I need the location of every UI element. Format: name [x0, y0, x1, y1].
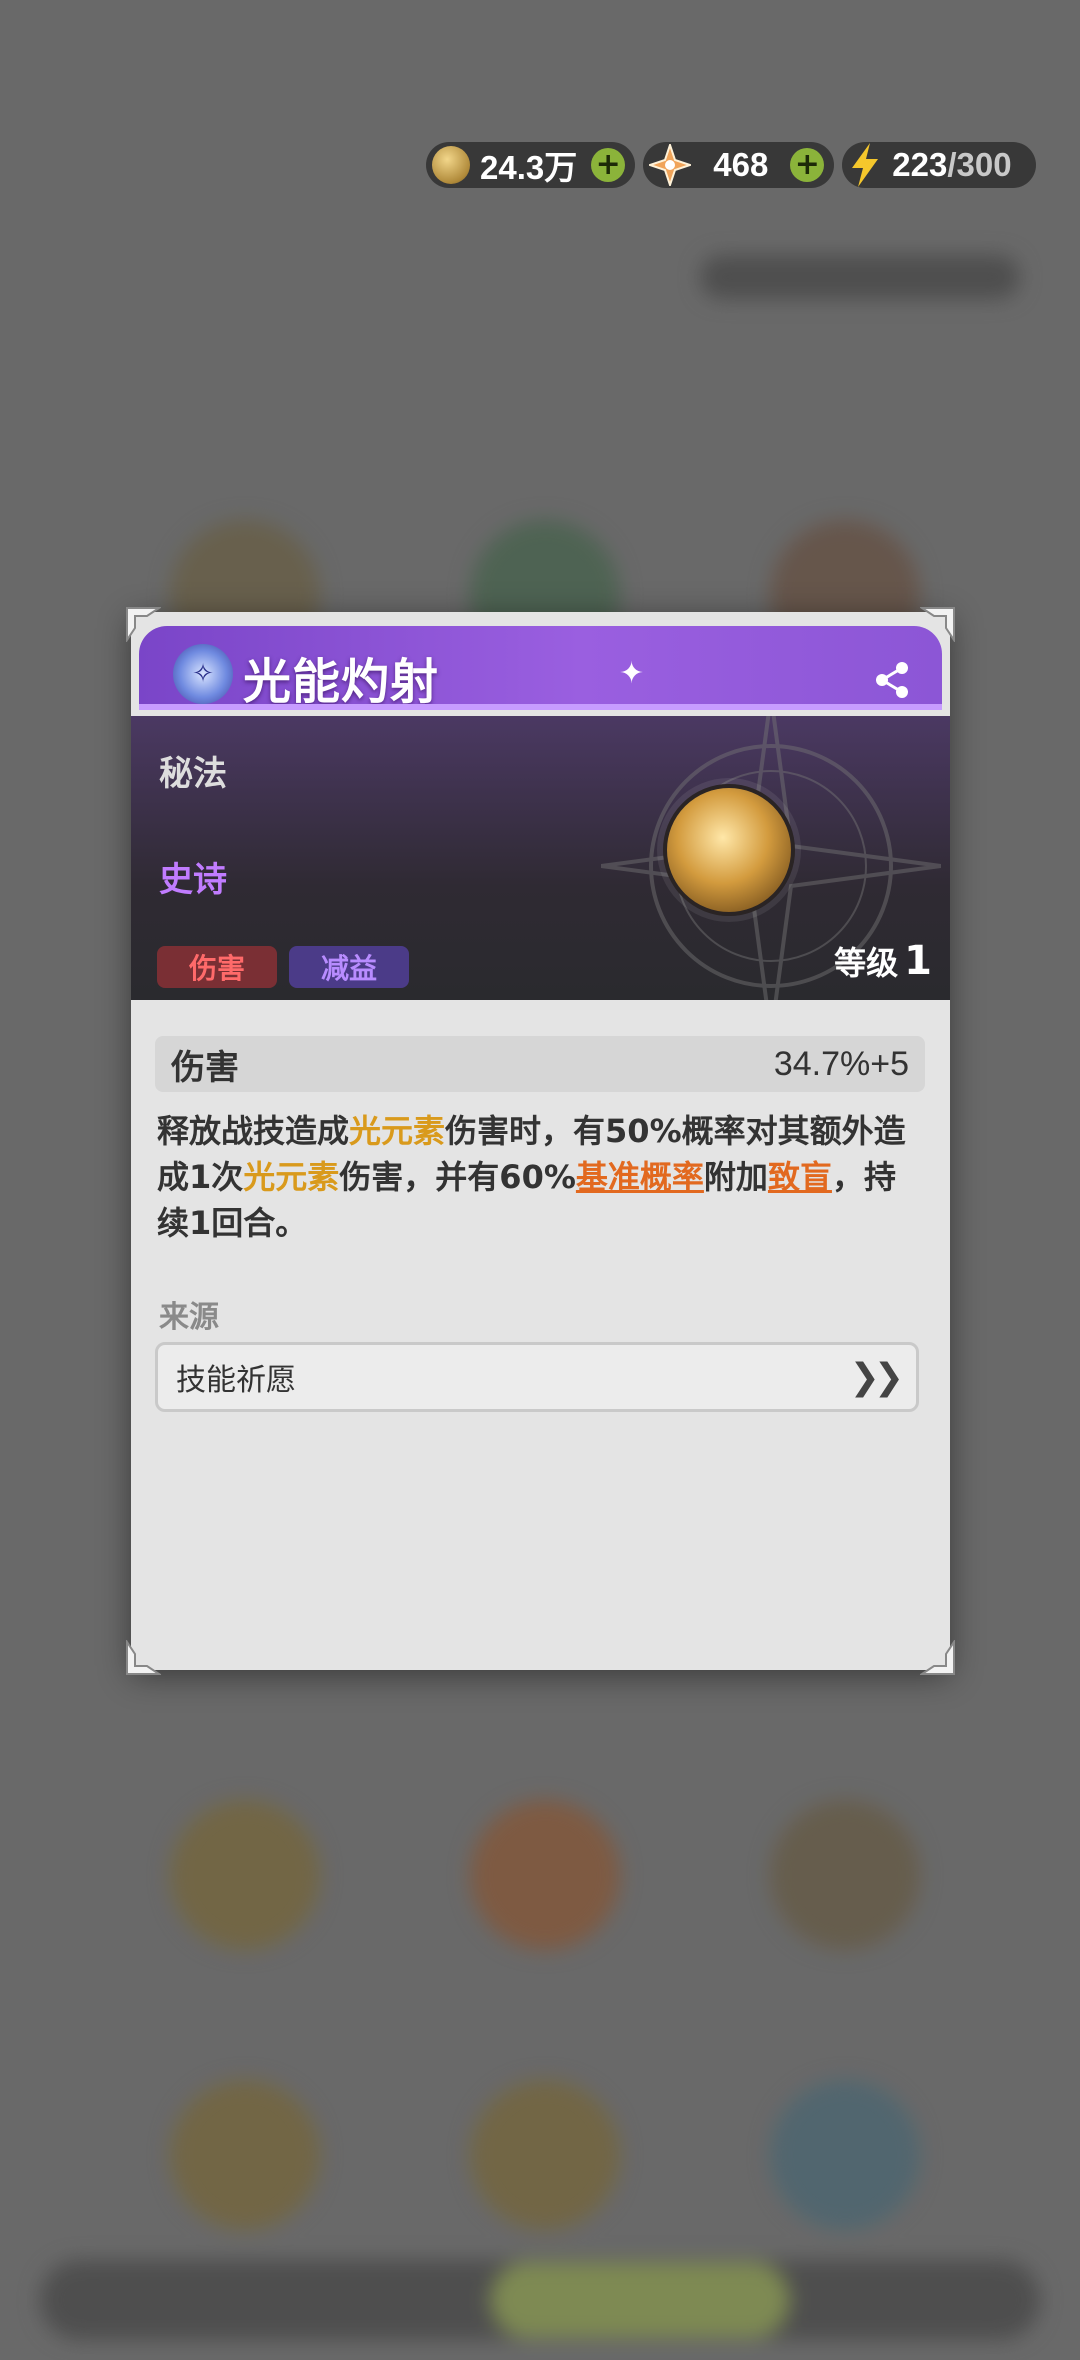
skill-description: 释放战技造成光元素伤害时，有50%概率对其额外造成1次光元素伤害，并有60%基准…	[157, 1112, 906, 1242]
double-chevron-right-icon: ❯❯	[849, 1356, 904, 1398]
corner-ornament-icon	[920, 1640, 955, 1675]
skill-orb-icon	[663, 784, 795, 916]
skill-detail-card: ✧ 光能灼射 ✦ 秘法 史诗 伤害 减益 等级 1 伤害 34.7%+5 释放战技…	[126, 607, 955, 1675]
gold-coin-icon	[432, 146, 470, 184]
add-diamond-button[interactable]: +	[790, 148, 825, 182]
source-label: 来源	[159, 1300, 219, 1335]
stat-name: 伤害	[171, 1047, 239, 1088]
skill-rarity: 史诗	[159, 860, 227, 900]
tag-debuff: 减益	[289, 946, 409, 988]
level-value: 1	[904, 938, 932, 984]
energy-max: /300	[947, 146, 1012, 183]
level-label: 等级	[834, 944, 899, 982]
element-light: 光元素	[243, 1158, 340, 1196]
source-item-label: 技能祈愿	[176, 1363, 296, 1398]
diamond-star-icon	[647, 141, 694, 189]
gold-value: 24.3万	[480, 149, 578, 186]
arcane-emblem-icon: ✧	[173, 644, 233, 704]
currency-bar: 24.3万 + 468 + 223/300	[426, 141, 1044, 189]
skill-title: 光能灼射	[243, 654, 440, 710]
tag-damage: 伤害	[157, 946, 277, 988]
link-base-chance[interactable]: 基准概率	[576, 1158, 704, 1196]
sparkle-icon: ✦	[619, 656, 645, 691]
skill-type: 秘法	[159, 754, 227, 794]
source-skill-wish-button[interactable]: 技能祈愿 ❯❯	[155, 1342, 919, 1412]
currency-diamond: 468 +	[643, 141, 835, 189]
energy-value: 223	[892, 146, 948, 183]
skill-banner: 秘法 史诗 伤害 减益 等级 1	[131, 716, 950, 1000]
link-blind[interactable]: 致盲	[768, 1158, 832, 1196]
stat-value: 34.7%+5	[773, 1044, 909, 1083]
share-icon[interactable]	[872, 660, 912, 700]
skill-header: ✧ 光能灼射 ✦	[139, 626, 942, 710]
element-light: 光元素	[349, 1112, 446, 1150]
currency-energy: 223/300	[842, 142, 1036, 188]
add-gold-button[interactable]: +	[591, 148, 626, 182]
stat-row: 伤害 34.7%+5	[155, 1036, 925, 1092]
corner-ornament-icon	[126, 1640, 161, 1675]
diamond-value: 468	[713, 146, 769, 183]
energy-bolt-icon	[852, 143, 879, 187]
currency-gold: 24.3万 +	[426, 142, 636, 188]
skill-level: 等级 1	[834, 938, 932, 984]
